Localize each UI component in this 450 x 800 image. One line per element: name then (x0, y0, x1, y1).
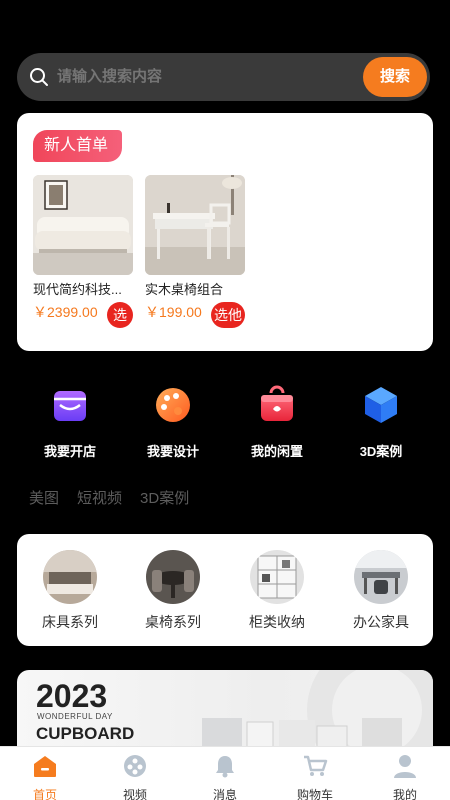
nav-profile[interactable]: 我的 (370, 753, 440, 800)
palette-icon (156, 388, 190, 422)
cart-icon (304, 755, 328, 776)
tab-3d-cases[interactable]: 3D案例 (140, 487, 189, 508)
quick-link-label: 我要开店 (43, 444, 96, 459)
quick-link-3d[interactable]: 3D案例 (341, 383, 421, 460)
product-image-desk[interactable] (145, 175, 245, 275)
nav-label: 视频 (122, 788, 147, 800)
new-user-tag: 新人首单 (33, 130, 122, 162)
banner-subtitle: WONDERFUL DAY (37, 712, 113, 721)
product-name: 实木桌椅组合 (145, 282, 224, 297)
app-screen: 搜索 新人首单 现代简约科技... ￥2399.00 选 (0, 0, 450, 800)
quick-link-open-shop[interactable]: 我要开店 (30, 383, 110, 460)
category-office[interactable]: 办公家具 (333, 550, 429, 632)
category-card: 床具系列 桌椅系列 柜类收纳 办公家具 (17, 534, 433, 646)
shop-icon (54, 391, 86, 421)
cube-icon (365, 387, 397, 423)
bell-icon (216, 756, 234, 778)
nav-messages[interactable]: 消息 (190, 753, 260, 800)
new-user-card: 新人首单 现代简约科技... ￥2399.00 选 实木桌椅组合 ￥199.00… (17, 113, 433, 351)
quick-link-idle[interactable]: 我的闲置 (237, 383, 317, 460)
tab-photos[interactable]: 美图 (29, 487, 59, 508)
product-name: 现代简约科技... (33, 282, 122, 297)
quick-link-label: 我的闲置 (250, 444, 303, 459)
user-icon (394, 755, 416, 778)
banner-title: CUPBOARD (36, 724, 135, 743)
search-bar: 搜索 (17, 53, 430, 101)
product-price: ￥2399.00 (33, 304, 98, 320)
category-cabinets[interactable]: 柜类收纳 (229, 550, 325, 632)
category-label: 床具系列 (42, 614, 98, 630)
category-label: 柜类收纳 (249, 614, 305, 630)
product-price: ￥199.00 (145, 304, 202, 320)
video-icon (124, 755, 146, 777)
search-input[interactable] (57, 53, 357, 101)
product-card[interactable]: 现代简约科技... ￥2399.00 选 (33, 175, 133, 328)
gift-box-icon (261, 385, 293, 421)
category-image (146, 550, 200, 604)
nav-cart[interactable]: 购物车 (280, 753, 350, 800)
quick-link-design[interactable]: 我要设计 (133, 383, 213, 460)
product-card[interactable]: 实木桌椅组合 ￥199.00 选他 (145, 175, 245, 328)
select-button[interactable]: 选 (107, 302, 133, 328)
nav-label: 首页 (32, 788, 57, 800)
category-beds[interactable]: 床具系列 (22, 550, 118, 632)
product-image-sofa[interactable] (33, 175, 133, 275)
home-icon (34, 756, 56, 777)
category-label: 桌椅系列 (145, 614, 201, 630)
nav-label: 我的 (392, 788, 417, 800)
search-button[interactable]: 搜索 (363, 57, 427, 97)
nav-label: 购物车 (296, 788, 333, 800)
content-tabs: 美图 短视频 3D案例 (29, 487, 189, 508)
search-icon (30, 68, 48, 86)
quick-link-label: 3D案例 (359, 444, 403, 459)
nav-label: 消息 (212, 788, 237, 800)
nav-video[interactable]: 视频 (100, 753, 170, 800)
nav-home[interactable]: 首页 (10, 753, 80, 800)
banner-year: 2023 (36, 678, 108, 714)
category-image (250, 550, 304, 604)
bottom-nav: 首页 视频 消息 购物车 我的 (0, 746, 450, 800)
category-image (354, 550, 408, 604)
category-image (43, 550, 97, 604)
category-label: 办公家具 (353, 614, 409, 630)
category-tables[interactable]: 桌椅系列 (125, 550, 221, 632)
select-button[interactable]: 选他 (211, 302, 245, 328)
quick-link-label: 我要设计 (146, 444, 199, 459)
tab-short-video[interactable]: 短视频 (77, 487, 122, 508)
